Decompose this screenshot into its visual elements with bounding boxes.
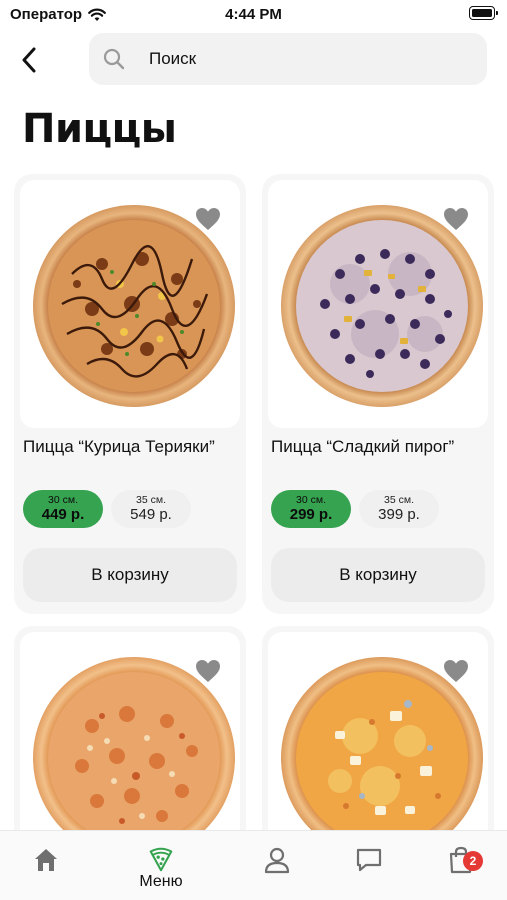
tab-home[interactable]: [16, 845, 76, 891]
product-image-area[interactable]: [268, 180, 488, 428]
status-bar: Оператор 4:44 PM: [0, 0, 507, 30]
profile-icon: [264, 847, 290, 874]
back-button[interactable]: [14, 44, 44, 76]
size-option-30[interactable]: 30 см. 449 р.: [23, 490, 103, 528]
tab-menu-label: Меню: [139, 873, 183, 890]
size-price: 299 р.: [289, 506, 333, 523]
page-title: Пиццы: [22, 106, 177, 152]
size-price: 449 р.: [41, 506, 85, 523]
tab-bar: Меню 2: [0, 830, 507, 900]
product-image-area[interactable]: [20, 180, 240, 428]
add-to-cart-button[interactable]: В корзину: [23, 548, 237, 602]
tab-chat[interactable]: [339, 845, 399, 891]
tab-menu[interactable]: Меню: [131, 845, 191, 891]
size-price: 549 р.: [130, 506, 172, 523]
battery-icon: [469, 6, 498, 20]
pizza-image: [281, 205, 483, 407]
back-chevron-icon: [22, 47, 36, 73]
chat-icon: [356, 848, 382, 872]
heart-icon[interactable]: [194, 658, 222, 684]
add-to-cart-button[interactable]: В корзину: [271, 548, 485, 602]
search-input[interactable]: [149, 49, 449, 69]
product-card: Пицца “Курица Терияки” 30 см. 449 р. 35 …: [14, 174, 246, 614]
heart-icon[interactable]: [442, 658, 470, 684]
size-option-30[interactable]: 30 см. 299 р.: [271, 490, 351, 528]
size-option-35[interactable]: 35 см. 549 р.: [111, 490, 191, 528]
size-option-35[interactable]: 35 см. 399 р.: [359, 490, 439, 528]
tab-cart[interactable]: 2: [431, 845, 491, 891]
size-label: 35 см.: [136, 494, 166, 506]
product-name[interactable]: Пицца “Сладкий пирог”: [271, 436, 485, 458]
product-name[interactable]: Пицца “Курица Терияки”: [23, 436, 237, 458]
pizza-slice-icon: [149, 847, 173, 872]
heart-icon[interactable]: [442, 206, 470, 232]
product-card: Пицца “Сладкий пирог” 30 см. 299 р. 35 с…: [262, 174, 494, 614]
tab-profile[interactable]: [247, 845, 307, 891]
size-label: 35 см.: [384, 494, 414, 506]
size-label: 30 см.: [296, 494, 326, 506]
pizza-image: [33, 205, 235, 407]
size-price: 399 р.: [378, 506, 420, 523]
heart-icon[interactable]: [194, 206, 222, 232]
search-icon: [103, 48, 125, 70]
clock: 4:44 PM: [225, 6, 282, 23]
size-label: 30 см.: [48, 494, 78, 506]
cart-badge: 2: [463, 851, 483, 871]
home-icon: [35, 849, 57, 871]
search-bar[interactable]: [89, 33, 487, 85]
